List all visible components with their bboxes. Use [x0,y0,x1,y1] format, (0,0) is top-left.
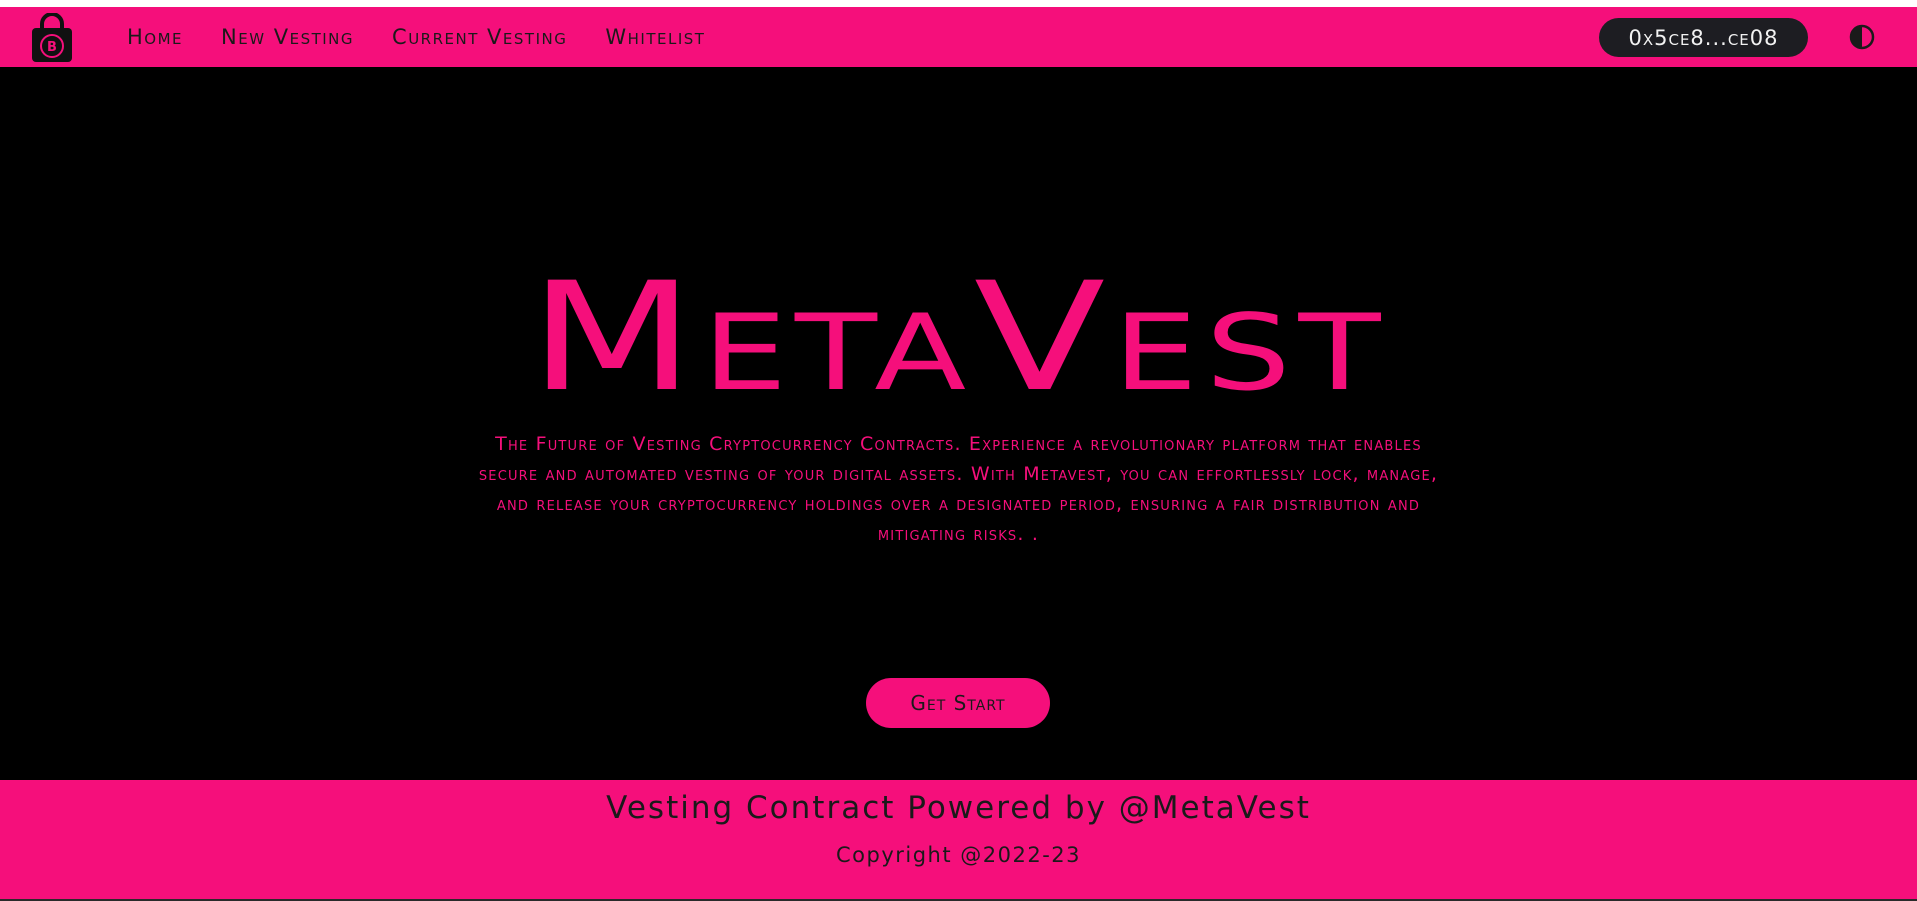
nav-current-vesting[interactable]: Current Vesting [392,25,567,49]
footer-title: Vesting Contract Powered by @MetaVest [606,790,1311,826]
footer: Vesting Contract Powered by @MetaVest Co… [0,780,1917,899]
contrast-icon[interactable] [1849,24,1875,50]
page: B Home New Vesting Current Vesting White… [0,0,1917,901]
bitcoin-lock-icon[interactable]: B [30,12,74,63]
wallet-address-button[interactable]: 0x5ce8...ce08 [1599,18,1808,57]
navbar: B Home New Vesting Current Vesting White… [0,7,1917,67]
hero-section: MetaVest The Future of Vesting Cryptocur… [0,67,1917,780]
footer-copyright: Copyright @2022-23 [835,843,1082,867]
svg-text:B: B [47,40,57,55]
nav-new-vesting[interactable]: New Vesting [221,25,354,49]
nav-links: Home New Vesting Current Vesting Whiteli… [127,7,705,67]
hero-title: MetaVest [528,251,1389,425]
hero-description: The Future of Vesting Cryptocurrency Con… [478,433,1439,545]
nav-home[interactable]: Home [127,25,183,49]
get-start-button[interactable]: Get Start [866,678,1050,728]
nav-whitelist[interactable]: Whitelist [605,25,705,49]
